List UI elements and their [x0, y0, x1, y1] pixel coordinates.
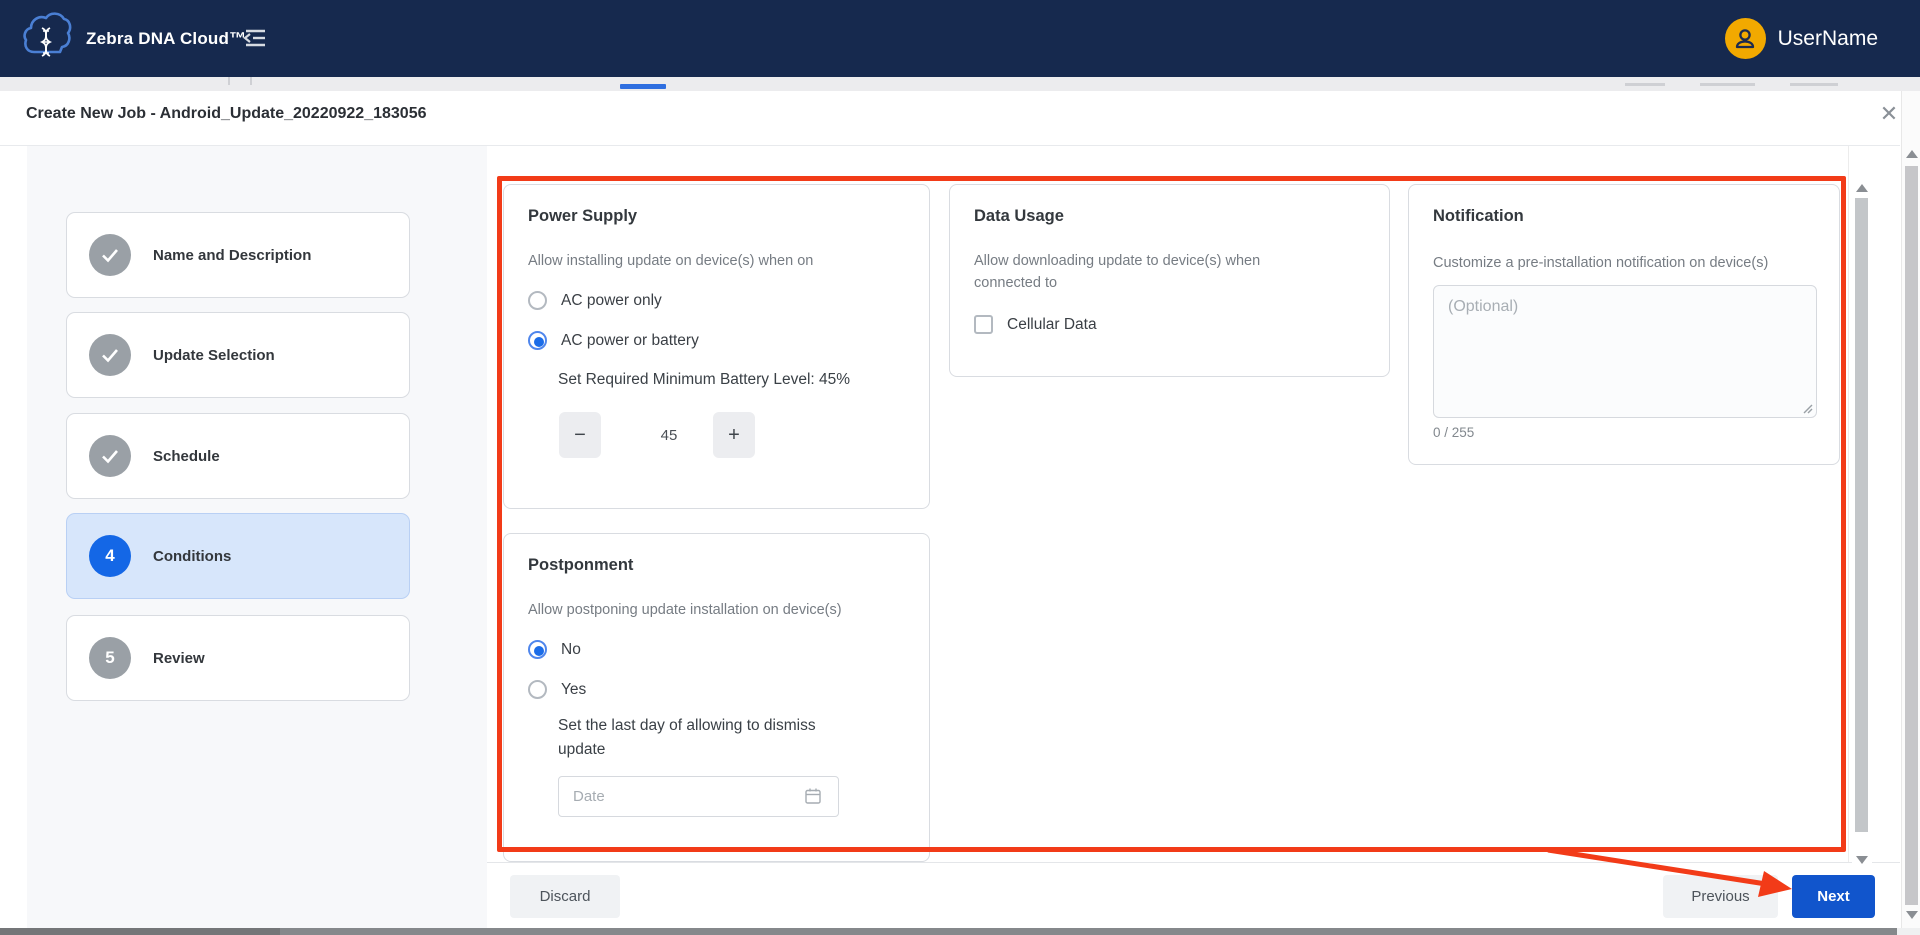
radio-ac-power-only[interactable]: AC power only — [528, 291, 662, 310]
stepper-panel: Name and Description Update Selection Sc… — [27, 146, 487, 930]
background-page-strip — [0, 77, 1920, 91]
zebra-dna-cloud-logo-icon — [22, 8, 72, 68]
page-vertical-scrollbar[interactable] — [1901, 91, 1920, 928]
postponment-description: Allow postponing update installation on … — [528, 600, 918, 622]
scrollbar-corner — [1897, 928, 1920, 935]
battery-decrement-button[interactable]: − — [559, 412, 601, 458]
scrollbar-thumb[interactable] — [1855, 198, 1868, 832]
radio-selected-icon[interactable] — [528, 640, 547, 659]
dismiss-date-input[interactable] — [558, 776, 839, 817]
app-header: Zebra DNA Cloud™ UserName — [0, 0, 1920, 77]
page-horizontal-scrollbar-thumb[interactable] — [0, 928, 280, 935]
battery-increment-button[interactable]: + — [713, 412, 755, 458]
scroll-down-icon[interactable] — [1906, 911, 1918, 919]
previous-button[interactable]: Previous — [1663, 875, 1778, 918]
modal-vertical-scrollbar[interactable] — [1852, 180, 1872, 868]
step-done-check-icon — [89, 234, 131, 276]
step-label: Name and Description — [153, 247, 311, 264]
dismiss-date-label: Set the last day of allowing to dismiss … — [558, 714, 823, 762]
notification-message-textarea[interactable] — [1433, 285, 1817, 418]
data-usage-description: Allow downloading update to device(s) wh… — [974, 251, 1304, 295]
radio-ac-power-or-battery[interactable]: AC power or battery — [528, 331, 699, 350]
postponment-card: Postponment Allow postponing update inst… — [503, 533, 930, 862]
user-name-label: UserName — [1778, 27, 1878, 51]
user-avatar-icon[interactable] — [1725, 18, 1766, 59]
postponment-title: Postponment — [528, 556, 633, 575]
close-icon[interactable]: ✕ — [1874, 99, 1904, 129]
checkbox-icon[interactable] — [974, 315, 993, 334]
data-usage-title: Data Usage — [974, 207, 1064, 226]
step-number-badge: 4 — [89, 535, 131, 577]
step-label: Review — [153, 650, 205, 667]
data-usage-card: Data Usage Allow downloading update to d… — [949, 184, 1390, 377]
step-review[interactable]: 5 Review — [66, 615, 410, 701]
step-schedule[interactable]: Schedule — [66, 413, 410, 499]
step-done-check-icon — [89, 334, 131, 376]
notification-description: Customize a pre-installation notificatio… — [1433, 253, 1843, 275]
step-label: Conditions — [153, 548, 231, 565]
step-label: Update Selection — [153, 347, 275, 364]
next-button[interactable]: Next — [1792, 875, 1875, 918]
notification-title: Notification — [1433, 207, 1524, 226]
battery-level-label: Set Required Minimum Battery Level: 45% — [558, 371, 850, 389]
collapse-menu-icon[interactable] — [241, 24, 269, 52]
step-name-and-description[interactable]: Name and Description — [66, 212, 410, 298]
user-menu[interactable]: UserName — [1725, 0, 1878, 77]
step-label: Schedule — [153, 448, 220, 465]
page-horizontal-scrollbar[interactable] — [280, 928, 1897, 935]
radio-postpone-no[interactable]: No — [528, 640, 581, 659]
textarea-resize-handle-icon[interactable] — [1801, 401, 1813, 419]
battery-value: 45 — [639, 427, 699, 444]
checkbox-cellular-data[interactable]: Cellular Data — [974, 315, 1097, 334]
radio-postpone-yes[interactable]: Yes — [528, 680, 586, 699]
power-supply-description: Allow installing update on device(s) whe… — [528, 251, 888, 273]
step-done-check-icon — [89, 435, 131, 477]
discard-button[interactable]: Discard — [510, 875, 620, 918]
radio-icon[interactable] — [528, 291, 547, 310]
power-supply-card: Power Supply Allow installing update on … — [503, 184, 930, 509]
radio-selected-icon[interactable] — [528, 331, 547, 350]
calendar-icon[interactable] — [804, 787, 822, 810]
footer-divider — [487, 862, 1900, 863]
scroll-up-icon[interactable] — [1856, 184, 1868, 192]
notification-card: Notification Customize a pre-installatio… — [1408, 184, 1840, 465]
step-number-badge: 5 — [89, 637, 131, 679]
radio-icon[interactable] — [528, 680, 547, 699]
modal-body-right-border — [1848, 146, 1849, 862]
scroll-up-icon[interactable] — [1906, 150, 1918, 158]
power-supply-title: Power Supply — [528, 207, 637, 226]
char-counter: 0 / 255 — [1433, 425, 1474, 440]
step-update-selection[interactable]: Update Selection — [66, 312, 410, 398]
modal-title: Create New Job - Android_Update_20220922… — [26, 105, 426, 123]
brand-title: Zebra DNA Cloud™ — [86, 0, 246, 77]
step-conditions-active[interactable]: 4 Conditions — [66, 513, 410, 599]
scroll-down-icon[interactable] — [1856, 856, 1868, 864]
scrollbar-thumb[interactable] — [1905, 166, 1918, 905]
